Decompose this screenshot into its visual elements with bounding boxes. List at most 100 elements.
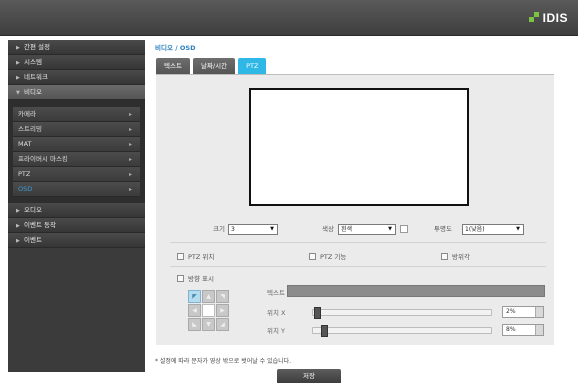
chevron-right-icon: ▶ <box>16 45 20 51</box>
size-select[interactable]: 3 ▼ <box>228 224 278 235</box>
position-x-slider[interactable] <box>312 307 492 319</box>
chevron-down-icon: ▼ <box>16 90 20 96</box>
submenu-item-label: OSD <box>18 185 33 193</box>
top-bar: IDIS <box>0 0 578 36</box>
arrow-up-icon[interactable]: ▲ <box>202 290 215 303</box>
logo-text: IDIS <box>542 11 568 25</box>
sidebar-item-label: 시스템 <box>24 58 42 66</box>
position-x-input[interactable]: 2% <box>502 306 544 318</box>
ptz-function-option: PTZ 기능 <box>309 251 346 261</box>
azimuth-label: 방위각 <box>452 253 470 261</box>
submenu-item-label: PTZ <box>18 170 31 178</box>
position-y-value: 8% <box>506 326 516 333</box>
opacity-select-value: 1(낮음) <box>465 226 485 233</box>
ptz-position-label: PTZ 위치 <box>188 253 215 261</box>
chevron-right-icon: ▸ <box>128 141 132 148</box>
sidebar-item-label: 이벤트 <box>24 236 42 244</box>
ptz-position-checkbox[interactable] <box>177 252 184 260</box>
size-label: 크기 <box>213 225 225 233</box>
position-x-value: 2% <box>506 308 516 315</box>
submenu-item-label: 스트리밍 <box>18 125 42 133</box>
save-button[interactable]: 저장 <box>277 369 341 383</box>
breadcrumb-section[interactable]: 비디오 <box>155 44 173 52</box>
opacity-label: 투명도 <box>434 225 452 233</box>
submenu-item-label: 카메라 <box>18 110 36 118</box>
ptz-function-label: PTZ 기능 <box>320 253 347 261</box>
position-y-label: 위치 Y <box>267 327 285 335</box>
submenu-item-mat[interactable]: MAT ▸ <box>13 137 140 152</box>
chevron-right-icon: ▸ <box>128 126 132 133</box>
direction-label: 방향 표시 <box>188 275 214 283</box>
submenu-item-label: MAT <box>18 140 32 148</box>
submenu-item-streaming[interactable]: 스트리밍 ▸ <box>13 122 140 137</box>
arrow-up-right-icon[interactable]: ◥ <box>216 290 229 303</box>
arrow-down-right-icon[interactable]: ◢ <box>216 318 229 331</box>
center-button[interactable] <box>202 304 215 317</box>
sidebar-item-quick-setup[interactable]: ▶ 간편 설정 <box>8 40 145 55</box>
text-label: 텍스트 <box>267 289 285 297</box>
arrow-down-icon[interactable]: ▼ <box>202 318 215 331</box>
footnote: * 설정에 따라 문자가 영상 밖으로 벗어날 수 있습니다. <box>155 358 292 365</box>
tab-date-time[interactable]: 날짜/시간 <box>192 58 236 74</box>
position-y-input[interactable]: 8% <box>502 324 544 336</box>
chevron-right-icon: ▶ <box>16 208 20 214</box>
ptz-position-option: PTZ 위치 <box>177 251 214 261</box>
size-select-value: 3 <box>231 226 235 233</box>
direction-option: 방향 표시 <box>177 273 214 283</box>
idis-logo: IDIS <box>528 10 568 26</box>
arrow-left-icon[interactable]: ◀ <box>188 304 201 317</box>
chevron-right-icon: ▶ <box>16 60 20 66</box>
position-x-label: 위치 X <box>267 309 286 317</box>
color-select-value: 흰색 <box>341 226 353 233</box>
arrow-right-icon[interactable]: ▶ <box>216 304 229 317</box>
submenu-item-camera[interactable]: 카메라 ▸ <box>13 107 140 122</box>
direction-checkbox[interactable] <box>177 274 184 282</box>
spinner-icon[interactable] <box>535 325 543 335</box>
sidebar-item-event-action[interactable]: ▶ 이벤트 동작 <box>8 218 145 233</box>
logo-mark-icon <box>528 12 541 24</box>
spinner-icon[interactable] <box>535 307 543 317</box>
sidebar-item-system[interactable]: ▶ 시스템 <box>8 55 145 70</box>
chevron-right-icon: ▸ <box>128 156 132 163</box>
text-field[interactable] <box>287 285 545 297</box>
chevron-right-icon: ▸ <box>128 171 132 178</box>
arrow-down-left-icon[interactable]: ◣ <box>188 318 201 331</box>
color-swatch[interactable] <box>400 225 408 233</box>
divider <box>170 242 546 243</box>
dropdown-arrow-icon: ▼ <box>388 226 392 232</box>
submenu-item-osd[interactable]: OSD ▸ <box>13 182 140 197</box>
osd-settings-panel: 크기 3 ▼ 색상 흰색 ▼ 투명도 1(낮음) ▼ PTZ 위치 PTZ 기능… <box>156 75 554 345</box>
video-preview[interactable] <box>249 88 469 206</box>
sidebar: ▶ 간편 설정 ▶ 시스템 ▶ 네트워크 ▼ 비디오 카메라 ▸ 스트리밍 ▸ MAT ▸ 프… <box>8 40 145 372</box>
dropdown-arrow-icon: ▼ <box>516 226 520 232</box>
sidebar-item-network[interactable]: ▶ 네트워크 <box>8 70 145 85</box>
opacity-select[interactable]: 1(낮음) ▼ <box>462 224 524 235</box>
color-select[interactable]: 흰색 ▼ <box>338 224 396 235</box>
ptz-function-checkbox[interactable] <box>309 252 316 260</box>
chevron-right-icon: ▶ <box>16 238 20 244</box>
arrow-up-left-icon[interactable]: ◤ <box>188 290 201 303</box>
color-label: 색상 <box>322 225 334 233</box>
sidebar-item-label: 이벤트 동작 <box>24 221 56 229</box>
chevron-right-icon: ▸ <box>128 186 132 193</box>
breadcrumb-page: OSD <box>179 44 196 52</box>
tab-text[interactable]: 텍스트 <box>156 58 190 74</box>
sidebar-item-audio[interactable]: ▶ 오디오 <box>8 203 145 218</box>
azimuth-checkbox[interactable] <box>441 252 448 260</box>
position-y-slider[interactable] <box>312 325 492 337</box>
direction-pad: ◤ ▲ ◥ ◀ ▶ ◣ ▼ ◢ <box>188 290 230 332</box>
submenu-item-ptz[interactable]: PTZ ▸ <box>13 167 140 182</box>
position-y-thumb[interactable] <box>321 325 328 337</box>
breadcrumb: 비디오 / OSD <box>155 42 195 52</box>
tab-bar: 텍스트 날짜/시간 PTZ <box>156 58 269 74</box>
sidebar-item-label: 간편 설정 <box>24 43 50 51</box>
position-x-thumb[interactable] <box>314 307 321 319</box>
azimuth-option: 방위각 <box>441 251 470 261</box>
submenu-item-label: 프라이버시 마스킹 <box>18 155 68 163</box>
sidebar-item-event[interactable]: ▶ 이벤트 <box>8 233 145 248</box>
divider <box>170 266 546 267</box>
submenu-item-privacy-masking[interactable]: 프라이버시 마스킹 ▸ <box>13 152 140 167</box>
dropdown-arrow-icon: ▼ <box>270 226 274 232</box>
sidebar-item-video[interactable]: ▼ 비디오 <box>8 85 145 100</box>
tab-ptz[interactable]: PTZ <box>238 58 267 74</box>
